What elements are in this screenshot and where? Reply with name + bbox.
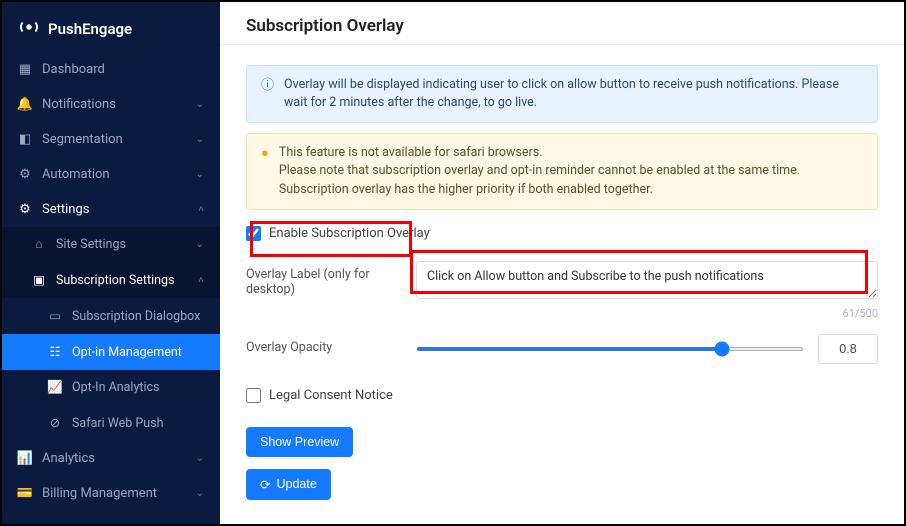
site-icon: ⌂	[32, 237, 46, 252]
dialog-icon: ▭	[48, 308, 62, 324]
automation-icon: ⚙	[18, 167, 32, 182]
analytics-icon: 📊	[18, 451, 32, 466]
overlay-label-caption: Overlay Label (only for desktop)	[246, 261, 396, 297]
bell-icon: 🔔	[18, 97, 32, 112]
sidebar-item-label: Segmentation	[42, 132, 123, 147]
divider	[220, 44, 904, 45]
info-icon: ⓘ	[261, 77, 274, 112]
sidebar-item-notifications[interactable]: 🔔 Notifications ⌄	[2, 87, 220, 122]
sidebar-item-label: Opt-in Management	[72, 345, 182, 360]
sidebar-item-optin-management[interactable]: ☷ Opt-in Management	[2, 334, 220, 370]
main-content: Subscription Overlay ⓘ Overlay will be d…	[220, 2, 904, 524]
legal-consent-row: Legal Consent Notice	[246, 382, 878, 409]
sidebar-item-label: Automation	[42, 167, 110, 182]
warning-alert: ● This feature is not available for safa…	[246, 133, 878, 209]
brand-label: PushEngage	[48, 20, 132, 38]
sidebar-item-label: Dashboard	[42, 62, 105, 77]
subscription-icon: ▣	[32, 272, 46, 288]
legal-consent-checkbox[interactable]	[246, 388, 261, 403]
chevron-down-icon: ⌄	[196, 239, 204, 250]
enable-overlay-checkbox[interactable]	[246, 226, 261, 241]
sidebar-item-label: Settings	[42, 202, 89, 217]
warning-alert-text: This feature is not available for safari…	[279, 144, 863, 198]
sidebar-item-label: Site Settings	[56, 237, 126, 252]
sidebar-item-label: Billing Management	[42, 486, 157, 501]
update-label: Update	[276, 477, 316, 491]
char-counter: 61/500	[416, 307, 878, 320]
warning-icon: ●	[261, 145, 269, 198]
segment-icon: ◧	[18, 132, 32, 147]
brand-icon	[18, 16, 40, 42]
sidebar-item-label: Subscription Dialogbox	[72, 309, 200, 324]
info-alert-text: Overlay will be displayed indicating use…	[284, 76, 863, 112]
sidebar-item-dashboard[interactable]: ▦ Dashboard	[2, 52, 220, 87]
chevron-down-icon: ⌄	[196, 488, 204, 499]
brand: PushEngage	[2, 2, 220, 52]
chevron-down-icon: ⌄	[196, 134, 204, 145]
sidebar: PushEngage ▦ Dashboard 🔔 Notifications ⌄ ◧…	[2, 2, 220, 524]
sidebar-item-label: Subscription Settings	[56, 273, 175, 288]
chevron-down-icon: ⌄	[196, 169, 204, 180]
show-preview-button[interactable]: Show Preview	[246, 427, 353, 457]
update-button[interactable]: ⟳ Update	[246, 469, 331, 500]
sidebar-item-subscription-dialogbox[interactable]: ▭ Subscription Dialogbox	[2, 298, 220, 334]
enable-overlay-label: Enable Subscription Overlay	[269, 226, 430, 241]
billing-icon: 💳	[18, 486, 32, 501]
opacity-value-input[interactable]	[818, 334, 878, 364]
sidebar-item-site-settings[interactable]: ⌂ Site Settings ⌄	[2, 227, 220, 262]
opacity-row: Overlay Opacity	[246, 334, 878, 364]
sidebar-item-label: Notifications	[42, 97, 116, 112]
update-icon: ⟳	[260, 477, 270, 492]
show-preview-label: Show Preview	[260, 435, 339, 449]
overlay-label-input[interactable]	[416, 261, 878, 299]
chevron-up-icon: ˄	[198, 275, 204, 286]
enable-overlay-row: Enable Subscription Overlay	[246, 220, 878, 247]
sidebar-item-label: Opt-In Analytics	[72, 380, 160, 395]
sidebar-item-billing[interactable]: 💳 Billing Management ⌄	[2, 476, 220, 511]
legal-consent-label: Legal Consent Notice	[269, 388, 393, 403]
analytics2-icon: 📈	[48, 380, 62, 395]
info-alert: ⓘ Overlay will be displayed indicating u…	[246, 65, 878, 123]
page-title: Subscription Overlay	[246, 16, 878, 36]
dashboard-icon: ▦	[18, 62, 32, 77]
sidebar-item-settings[interactable]: ⚙ Settings ˄	[2, 192, 220, 227]
overlay-label-row: Overlay Label (only for desktop) 61/500	[246, 261, 878, 320]
gear-icon: ⚙	[18, 202, 32, 217]
sidebar-item-automation[interactable]: ⚙ Automation ⌄	[2, 157, 220, 192]
opacity-label: Overlay Opacity	[246, 334, 396, 355]
opacity-slider[interactable]	[416, 347, 804, 351]
sidebar-item-optin-analytics[interactable]: 📈 Opt-In Analytics	[2, 370, 220, 405]
sidebar-item-segmentation[interactable]: ◧ Segmentation ⌄	[2, 122, 220, 157]
safari-icon: ⊘	[48, 415, 62, 431]
sidebar-item-label: Analytics	[42, 451, 95, 466]
chevron-down-icon: ⌄	[196, 99, 204, 110]
optin-icon: ☷	[48, 344, 62, 360]
sidebar-item-label: Safari Web Push	[72, 416, 164, 431]
sidebar-item-safari-web-push[interactable]: ⊘ Safari Web Push	[2, 405, 220, 441]
chevron-down-icon: ⌄	[196, 453, 204, 464]
chevron-up-icon: ˄	[198, 204, 204, 215]
sidebar-item-analytics[interactable]: 📊 Analytics ⌄	[2, 441, 220, 476]
sidebar-item-subscription-settings[interactable]: ▣ Subscription Settings ˄	[2, 262, 220, 298]
